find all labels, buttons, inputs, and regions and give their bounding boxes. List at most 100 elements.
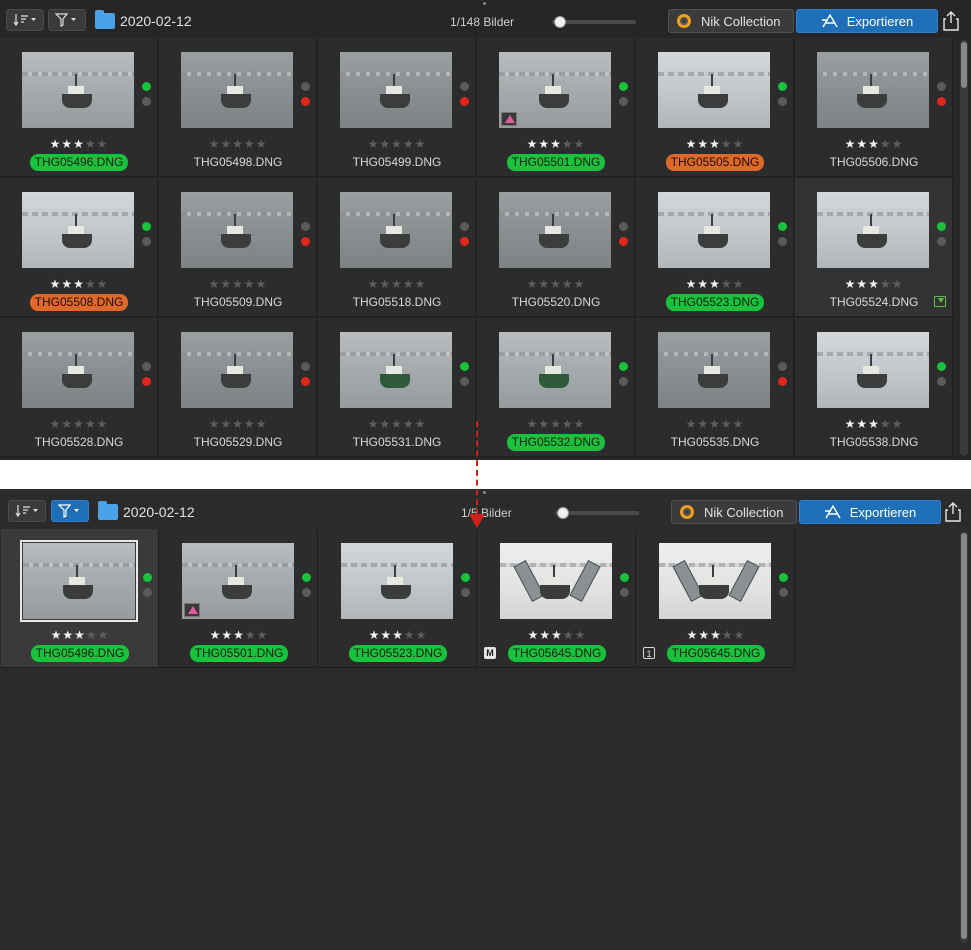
- star-icon[interactable]: ★: [61, 277, 73, 291]
- star-icon[interactable]: ★: [368, 137, 380, 151]
- star-icon[interactable]: ★: [368, 277, 380, 291]
- star-icon[interactable]: ★: [562, 277, 574, 291]
- reject-status-dot[interactable]: [142, 237, 151, 246]
- slider-knob[interactable]: [557, 507, 570, 519]
- star-rating[interactable]: ★★★★★: [795, 417, 953, 431]
- thumbnail-cell[interactable]: ★★★★★ THG05645.DNG M: [478, 529, 636, 668]
- reject-status-dot[interactable]: [779, 588, 788, 597]
- star-icon[interactable]: ★: [209, 277, 221, 291]
- star-icon[interactable]: ★: [527, 417, 539, 431]
- scroll-thumb[interactable]: [961, 533, 967, 939]
- star-rating[interactable]: ★★★★★: [477, 417, 635, 431]
- star-icon[interactable]: ★: [698, 628, 710, 642]
- star-icon[interactable]: ★: [244, 137, 256, 151]
- star-icon[interactable]: ★: [697, 137, 709, 151]
- pick-status-dot[interactable]: [460, 222, 469, 231]
- star-rating[interactable]: ★★★★★: [477, 137, 635, 151]
- star-icon[interactable]: ★: [415, 137, 427, 151]
- thumbnail-image[interactable]: [340, 332, 452, 408]
- thumbnail-cell[interactable]: ★★★★★ THG05508.DNG: [0, 178, 158, 317]
- star-icon[interactable]: ★: [256, 417, 268, 431]
- panel-drag-handle[interactable]: [483, 2, 486, 5]
- star-icon[interactable]: ★: [710, 628, 722, 642]
- star-rating[interactable]: ★★★★★: [159, 417, 317, 431]
- vertical-scrollbar[interactable]: [960, 531, 968, 943]
- pick-status-dot[interactable]: [620, 573, 629, 582]
- thumbnail-image[interactable]: [181, 52, 293, 128]
- pick-status-dot[interactable]: [619, 82, 628, 91]
- thumbnail-cell[interactable]: ★★★★★ THG05520.DNG: [477, 178, 635, 317]
- thumbnail-cell[interactable]: ★★★★★ THG05506.DNG: [795, 38, 953, 177]
- thumbnail-image[interactable]: [658, 52, 770, 128]
- thumbnail-cell[interactable]: ★★★★★ THG05498.DNG: [159, 38, 317, 177]
- pick-status-dot[interactable]: [302, 573, 311, 582]
- star-icon[interactable]: ★: [74, 628, 86, 642]
- thumbnail-image[interactable]: [182, 543, 294, 619]
- pick-status-dot[interactable]: [461, 573, 470, 582]
- star-icon[interactable]: ★: [220, 417, 232, 431]
- star-icon[interactable]: ★: [97, 137, 109, 151]
- star-icon[interactable]: ★: [391, 277, 403, 291]
- star-rating[interactable]: ★★★★★: [318, 417, 476, 431]
- star-rating[interactable]: ★★★★★: [477, 277, 635, 291]
- star-rating[interactable]: ★★★★★: [319, 628, 477, 642]
- star-icon[interactable]: ★: [528, 628, 540, 642]
- star-icon[interactable]: ★: [856, 417, 868, 431]
- star-icon[interactable]: ★: [233, 628, 245, 642]
- star-icon[interactable]: ★: [892, 137, 904, 151]
- star-icon[interactable]: ★: [527, 277, 539, 291]
- star-icon[interactable]: ★: [415, 277, 427, 291]
- thumbnail-cell[interactable]: ★★★★★ THG05501.DNG: [477, 38, 635, 177]
- reject-status-dot[interactable]: [937, 377, 946, 386]
- pick-status-dot[interactable]: [619, 222, 628, 231]
- thumbnail-cell[interactable]: ★★★★★ THG05499.DNG: [318, 38, 476, 177]
- thumbnail-cell[interactable]: ★★★★★ THG05535.DNG: [636, 318, 794, 457]
- thumbnail-image[interactable]: [22, 192, 134, 268]
- star-icon[interactable]: ★: [380, 628, 392, 642]
- star-icon[interactable]: ★: [697, 277, 709, 291]
- reject-status-dot[interactable]: [142, 377, 151, 386]
- star-icon[interactable]: ★: [51, 628, 63, 642]
- star-icon[interactable]: ★: [62, 628, 74, 642]
- pick-status-dot[interactable]: [937, 222, 946, 231]
- star-rating[interactable]: ★★★★★: [0, 277, 158, 291]
- star-icon[interactable]: ★: [73, 137, 85, 151]
- thumbnail-image[interactable]: [817, 192, 929, 268]
- vertical-scrollbar[interactable]: [960, 40, 968, 456]
- star-icon[interactable]: ★: [550, 417, 562, 431]
- thumbnail-image[interactable]: [22, 52, 134, 128]
- star-icon[interactable]: ★: [733, 137, 745, 151]
- star-icon[interactable]: ★: [85, 137, 97, 151]
- reject-status-dot[interactable]: [460, 377, 469, 386]
- star-rating[interactable]: ★★★★★: [636, 137, 794, 151]
- thumbnail-cell[interactable]: ★★★★★ THG05496.DNG: [0, 38, 158, 177]
- star-rating[interactable]: ★★★★★: [159, 277, 317, 291]
- star-icon[interactable]: ★: [687, 628, 699, 642]
- share-button[interactable]: [938, 9, 964, 33]
- star-icon[interactable]: ★: [85, 417, 97, 431]
- star-icon[interactable]: ★: [574, 137, 586, 151]
- star-icon[interactable]: ★: [562, 137, 574, 151]
- pick-status-dot[interactable]: [143, 573, 152, 582]
- star-icon[interactable]: ★: [369, 628, 381, 642]
- thumbnail-cell[interactable]: ★★★★★ THG05501.DNG: [160, 529, 318, 668]
- export-button[interactable]: Exportieren: [796, 9, 938, 33]
- star-icon[interactable]: ★: [845, 417, 857, 431]
- star-icon[interactable]: ★: [686, 137, 698, 151]
- star-rating[interactable]: ★★★★★: [636, 417, 794, 431]
- star-icon[interactable]: ★: [868, 277, 880, 291]
- star-icon[interactable]: ★: [734, 628, 746, 642]
- star-icon[interactable]: ★: [538, 417, 550, 431]
- thumbnail-image[interactable]: [341, 543, 453, 619]
- pick-status-dot[interactable]: [779, 573, 788, 582]
- reject-status-dot[interactable]: [937, 237, 946, 246]
- star-icon[interactable]: ★: [403, 137, 415, 151]
- star-rating[interactable]: ★★★★★: [159, 137, 317, 151]
- thumbnail-cell[interactable]: ★★★★★ THG05645.DNG 1: [637, 529, 795, 668]
- star-icon[interactable]: ★: [686, 417, 698, 431]
- star-icon[interactable]: ★: [97, 277, 109, 291]
- pick-status-dot[interactable]: [301, 222, 310, 231]
- thumbnail-image[interactable]: [499, 52, 611, 128]
- star-icon[interactable]: ★: [892, 417, 904, 431]
- star-rating[interactable]: ★★★★★: [318, 277, 476, 291]
